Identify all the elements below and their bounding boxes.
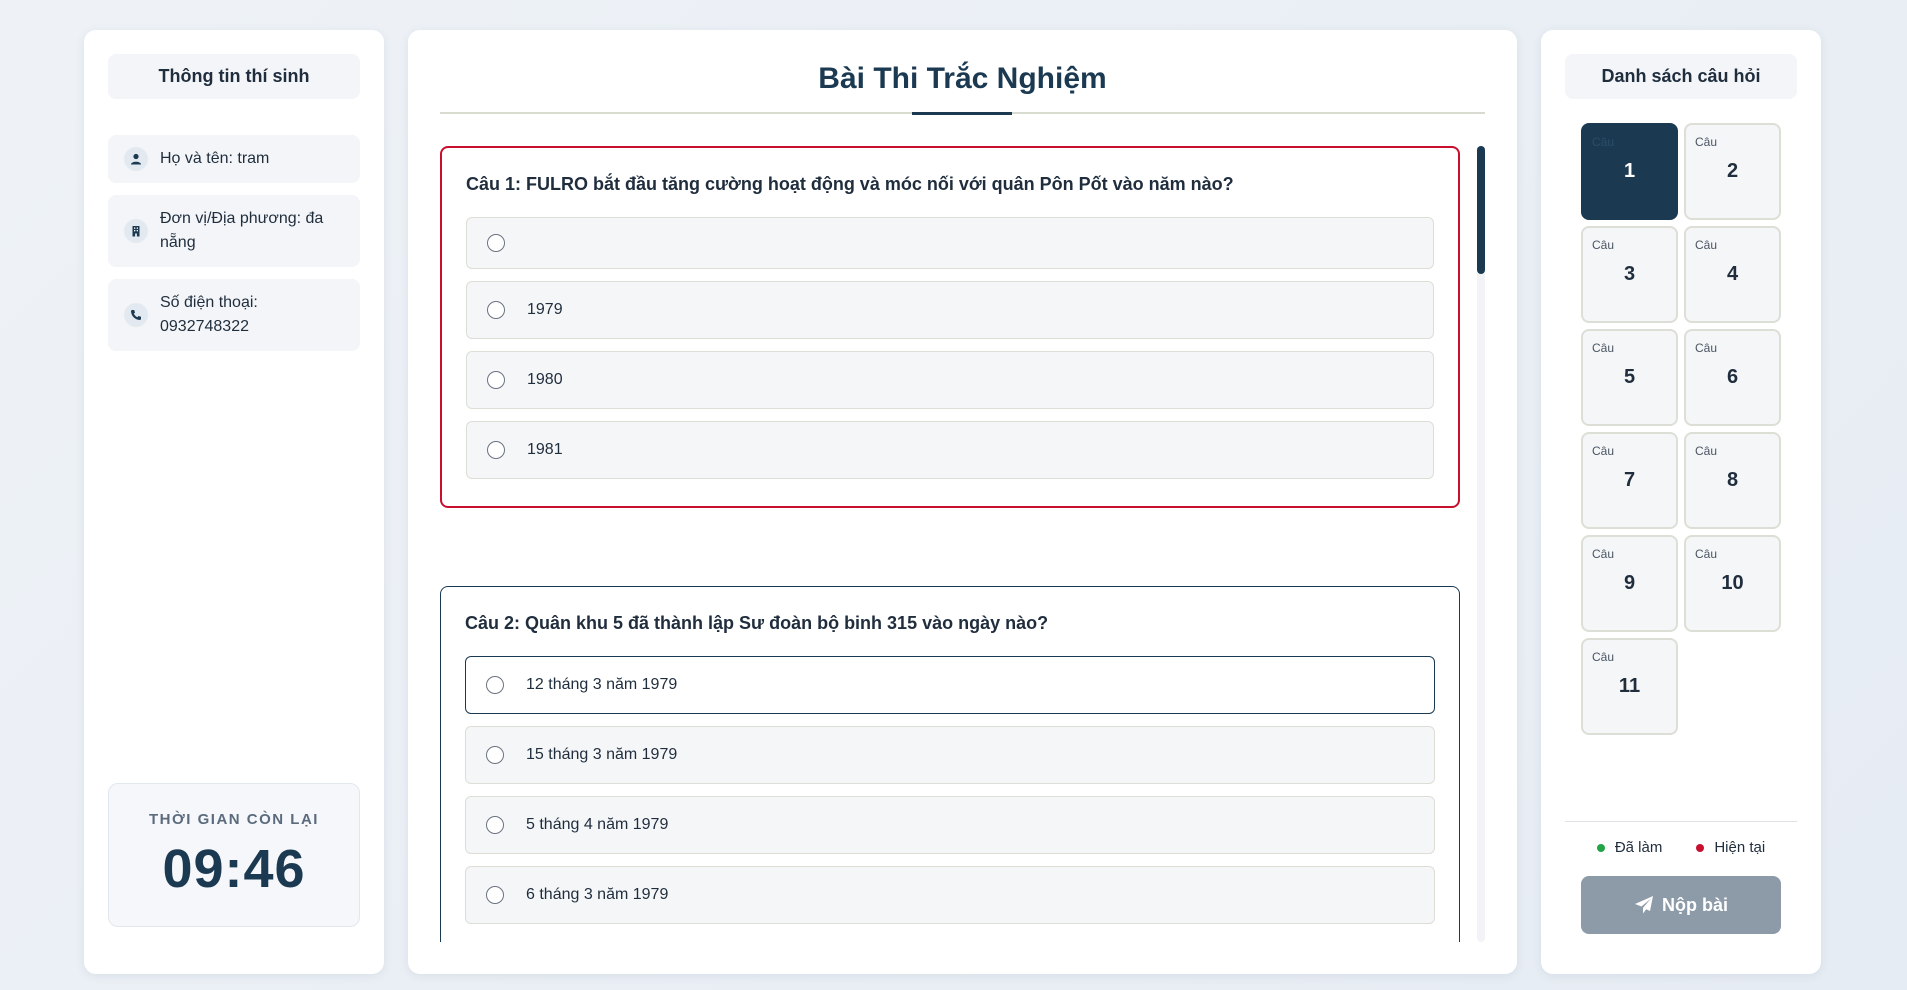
question-nav-button-9[interactable]: Câu 9 (1581, 535, 1678, 632)
radio-icon[interactable] (486, 676, 504, 694)
question-nav-button-2[interactable]: Câu 2 (1684, 123, 1781, 220)
question-nav-button-3[interactable]: Câu 3 (1581, 226, 1678, 323)
done-dot-icon (1596, 843, 1605, 852)
user-icon (124, 147, 148, 171)
question-nav-number: 11 (1618, 675, 1641, 697)
question-nav-caption: Câu (1592, 135, 1615, 149)
candidate-unit: Đơn vị/Địa phương: đa nẵng (108, 195, 360, 267)
timer-box: THỜI GIAN CÒN LẠI 09:46 (108, 783, 360, 927)
question-nav-caption: Câu (1695, 547, 1718, 561)
question-nav-number: 3 (1623, 263, 1636, 285)
question-nav-number: 8 (1726, 469, 1739, 491)
legend-current-label: Hiện tại (1714, 839, 1766, 856)
question-card-2: Câu 2: Quân khu 5 đã thành lập Sư đoàn b… (440, 586, 1460, 942)
candidate-phone: Số điện thoại: 0932748322 (108, 279, 360, 351)
answer-option[interactable]: 15 tháng 3 năm 1979 (465, 726, 1435, 784)
question-card-1: Câu 1: FULRO bắt đầu tăng cường hoạt độn… (440, 146, 1460, 508)
question-nav-caption: Câu (1592, 650, 1615, 664)
question-nav-caption: Câu (1695, 444, 1718, 458)
question-nav-number: 6 (1726, 366, 1739, 388)
question-nav-button-6[interactable]: Câu 6 (1684, 329, 1781, 426)
radio-icon[interactable] (486, 886, 504, 904)
question-nav-number: 2 (1726, 160, 1739, 182)
legend-divider (1565, 821, 1797, 822)
candidate-info-panel: Thông tin thí sinh Họ và tên: tram Đơn v… (84, 30, 384, 974)
answer-option-label: 5 tháng 4 năm 1979 (526, 816, 669, 833)
question-grid: Câu 1 Câu 2 Câu 3 Câu 4 Câu 5 Câu 6 Câu 7 Câu 8 … (1581, 123, 1781, 735)
question-nav-caption: Câu (1695, 238, 1718, 252)
radio-icon[interactable] (487, 371, 505, 389)
question-nav-number: 9 (1623, 572, 1636, 594)
answer-option-label: 1980 (527, 371, 563, 388)
question-text: Câu 1: FULRO bắt đầu tăng cường hoạt độn… (466, 174, 1234, 194)
question-list-title: Danh sách câu hỏi (1565, 54, 1797, 99)
current-dot-icon (1696, 843, 1705, 852)
candidate-phone-text: Số điện thoại: 0932748322 (160, 294, 258, 335)
answer-option-label: 1979 (527, 301, 563, 318)
submit-label: Nộp bài (1662, 894, 1728, 915)
title-accent (912, 112, 1012, 115)
question-text: Câu 2: Quân khu 5 đã thành lập Sư đoàn b… (465, 613, 1049, 633)
candidate-unit-text: Đơn vị/Địa phương: đa nẵng (160, 210, 324, 251)
radio-icon[interactable] (487, 301, 505, 319)
question-list-panel: Danh sách câu hỏi Câu 1 Câu 2 Câu 3 Câu 4 Câ… (1541, 30, 1821, 974)
question-nav-button-8[interactable]: Câu 8 (1684, 432, 1781, 529)
answer-option[interactable]: 1979 (466, 281, 1434, 339)
answer-option-label: 1981 (527, 441, 563, 458)
question-nav-caption: Câu (1592, 238, 1615, 252)
scrollbar-thumb[interactable] (1477, 146, 1485, 274)
answer-option[interactable]: 5 tháng 4 năm 1979 (465, 796, 1435, 854)
question-nav-button-1[interactable]: Câu 1 (1581, 123, 1678, 220)
question-nav-caption: Câu (1592, 547, 1615, 561)
answer-option[interactable]: 1980 (466, 351, 1434, 409)
question-nav-caption: Câu (1695, 341, 1718, 355)
exam-title: Bài Thi Trắc Nghiệm (818, 62, 1107, 95)
exam-panel: Bài Thi Trắc Nghiệm Câu 1: FULRO bắt đầu… (408, 30, 1517, 974)
answer-option[interactable]: 1981 (466, 421, 1434, 479)
question-nav-caption: Câu (1592, 444, 1615, 458)
title-divider (440, 112, 1485, 115)
question-nav-button-4[interactable]: Câu 4 (1684, 226, 1781, 323)
question-nav-button-11[interactable]: Câu 11 (1581, 638, 1678, 735)
candidate-name-text: Họ và tên: tram (160, 150, 270, 167)
phone-icon (124, 303, 148, 327)
building-icon (124, 219, 148, 243)
question-nav-number: 10 (1721, 572, 1744, 594)
question-nav-number: 5 (1623, 366, 1636, 388)
timer-label: THỜI GIAN CÒN LẠI (149, 810, 319, 828)
question-nav-button-7[interactable]: Câu 7 (1581, 432, 1678, 529)
submit-button[interactable]: Nộp bài (1581, 876, 1781, 934)
radio-icon[interactable] (486, 816, 504, 834)
answer-option-label: 15 tháng 3 năm 1979 (526, 746, 678, 763)
legend-current: Hiện tại (1696, 839, 1765, 856)
questions-scroll-area[interactable]: Câu 1: FULRO bắt đầu tăng cường hoạt độn… (440, 146, 1485, 942)
timer-value: 09:46 (162, 838, 306, 899)
question-nav-number: 7 (1623, 469, 1636, 491)
status-legend: Đã làm Hiện tại (1541, 839, 1821, 856)
radio-icon[interactable] (487, 234, 505, 252)
question-nav-caption: Câu (1695, 135, 1718, 149)
answer-option[interactable]: 6 tháng 3 năm 1979 (465, 866, 1435, 924)
question-nav-number: 1 (1623, 160, 1636, 182)
question-nav-button-5[interactable]: Câu 5 (1581, 329, 1678, 426)
question-nav-caption: Câu (1592, 341, 1615, 355)
legend-done: Đã làm (1596, 839, 1663, 856)
question-nav-number: 4 (1726, 263, 1739, 285)
answer-option[interactable] (466, 217, 1434, 269)
answer-option[interactable]: 12 tháng 3 năm 1979 (465, 656, 1435, 714)
answer-option-label: 12 tháng 3 năm 1979 (526, 676, 678, 693)
radio-icon[interactable] (487, 441, 505, 459)
candidate-info-title: Thông tin thí sinh (108, 54, 360, 99)
question-nav-button-10[interactable]: Câu 10 (1684, 535, 1781, 632)
legend-done-label: Đã làm (1614, 839, 1663, 856)
answer-option-label: 6 tháng 3 năm 1979 (526, 886, 669, 903)
paper-plane-icon (1635, 896, 1653, 914)
candidate-name: Họ và tên: tram (108, 135, 360, 183)
radio-icon[interactable] (486, 746, 504, 764)
